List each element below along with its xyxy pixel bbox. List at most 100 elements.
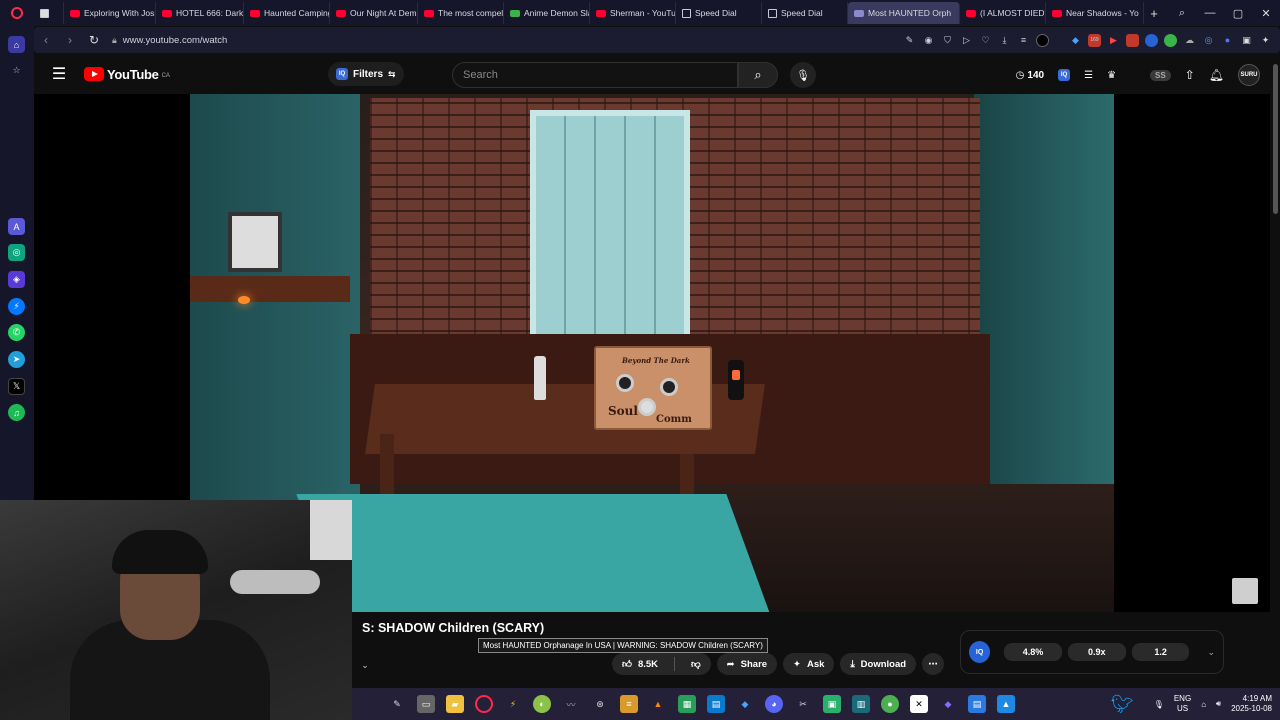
tab-8[interactable]: Speed Dial (762, 2, 848, 24)
dislike-button[interactable]: 👎︎ (681, 653, 711, 675)
search-tabs-icon[interactable]: ⌕ (1168, 7, 1196, 20)
circle-app-icon[interactable]: ● (881, 695, 899, 713)
ask-button[interactable]: ✦ Ask (783, 653, 835, 675)
play-icon[interactable]: ▷ (960, 34, 973, 47)
aria-icon[interactable]: A (8, 218, 25, 235)
back-icon[interactable]: ‹ (34, 33, 58, 47)
discord-icon[interactable]: ◕ (765, 695, 783, 713)
diamond-app-icon[interactable]: ◆ (736, 695, 754, 713)
language-indicator[interactable]: ENG US (1174, 694, 1191, 714)
green-app-icon[interactable]: ◐ (533, 695, 551, 713)
iq-expand-chevron-icon[interactable]: ⌄ (1207, 647, 1215, 658)
avatar[interactable]: SURU (1238, 64, 1260, 86)
puzzle-extension-icon[interactable]: ✦ (1259, 34, 1272, 47)
new-tab-button[interactable]: + (1144, 6, 1164, 21)
download-button[interactable]: ⤓ Download (840, 653, 917, 675)
tab-5[interactable]: Anime Demon Slay (504, 2, 590, 24)
red-extension-icon[interactable] (1126, 33, 1139, 47)
reload-icon[interactable]: ↻ (82, 33, 106, 47)
messenger-icon[interactable]: ⚡ (8, 298, 25, 315)
hamburger-menu-icon[interactable]: ☰ (34, 64, 84, 84)
ai-sidebar-icon[interactable]: ◈ (8, 271, 25, 288)
opera-taskbar-icon[interactable] (475, 695, 493, 713)
star-icon[interactable]: ☆ (8, 62, 25, 79)
file-explorer-icon[interactable]: ▰ (446, 695, 464, 713)
spotify-icon[interactable]: ♫ (8, 404, 25, 421)
home-icon[interactable]: ⌂ (8, 36, 25, 53)
tab-6[interactable]: Sherman - YouTub (590, 2, 676, 24)
like-button[interactable]: 👍︎ 8.5K (612, 653, 668, 675)
translate-extension-icon[interactable]: ◎ (1202, 34, 1215, 47)
twitter-icon[interactable]: 🐦︎ (1111, 694, 1134, 715)
counter-extension-icon[interactable]: 169 (1088, 33, 1101, 47)
capcut-icon[interactable]: ✕ (910, 695, 928, 713)
teal-app-icon[interactable]: ▥ (852, 695, 870, 713)
download-icon[interactable]: ⤓ (998, 34, 1011, 47)
pinned-tab[interactable] (34, 2, 64, 24)
share-button[interactable]: ➦ Share (716, 653, 778, 675)
youtube-extension-icon[interactable]: ▶ (1107, 34, 1120, 47)
menu-icon[interactable]: ≡ (1017, 34, 1030, 47)
tab-0[interactable]: Exploring With Josh (64, 2, 156, 24)
volume-icon[interactable]: 🔊︎ (1216, 699, 1221, 709)
trophy-icon[interactable]: ♛ (1107, 70, 1116, 81)
snip-app-icon[interactable]: ✂ (794, 695, 812, 713)
youtube-logo[interactable]: YouTube CA (84, 67, 170, 82)
ss-badge[interactable]: SS (1150, 69, 1171, 81)
vlc-icon[interactable]: ▲ (649, 695, 667, 713)
iq-logo-icon[interactable]: IQ (969, 641, 991, 663)
telegram-icon[interactable]: ➤ (8, 351, 25, 368)
bird-app-icon[interactable]: 〰 (562, 695, 580, 713)
task-view-icon[interactable]: ▭ (417, 695, 435, 713)
tab-7[interactable]: Speed Dial (676, 2, 762, 24)
voice-search-button[interactable]: 🎙︎ (790, 62, 816, 88)
chatgpt-icon[interactable]: ◎ (8, 244, 25, 261)
layers-app-icon[interactable]: ≡ (620, 695, 638, 713)
doc-app-icon[interactable]: ▤ (968, 695, 986, 713)
cloud-extension-icon[interactable]: ☁ (1183, 34, 1196, 47)
tab-9[interactable]: Most HAUNTED Orph (848, 2, 960, 24)
clock[interactable]: 4:19 AM 2025-10-08 (1231, 694, 1272, 714)
chevron-down-icon[interactable]: ⌄ (354, 656, 376, 674)
forward-icon[interactable]: › (58, 33, 82, 47)
close-window-icon[interactable]: ✕ (1252, 7, 1280, 20)
network-icon[interactable]: ⌂ (1201, 700, 1206, 709)
blue-app-icon[interactable]: ▤ (707, 695, 725, 713)
tab-4[interactable]: The most compelli (418, 2, 504, 24)
green-extension-icon[interactable] (1164, 33, 1177, 47)
screenshot-extension-icon[interactable]: ▣ (1240, 34, 1253, 47)
spreadsheet-app-icon[interactable]: ▦ (678, 695, 696, 713)
photos-app-icon[interactable]: ▲ (997, 695, 1015, 713)
tab-2[interactable]: Haunted Camping (244, 2, 330, 24)
bookmark-extension-icon[interactable]: ◆ (1069, 34, 1082, 47)
url-field[interactable]: www.youtube.com/watch (123, 35, 228, 46)
tab-11[interactable]: Near Shadows - Yo (1046, 2, 1144, 24)
notifications-icon[interactable]: 🔔︎ (1209, 68, 1224, 82)
search-button[interactable]: ⌕ (738, 62, 778, 88)
edit-icon[interactable]: ✎ (903, 34, 916, 47)
purple-app-icon[interactable]: ◆ (939, 695, 957, 713)
heart-icon[interactable]: ♡ (979, 34, 992, 47)
opera-logo-icon[interactable] (0, 0, 34, 26)
tab-3[interactable]: Our Night At Dem (330, 2, 418, 24)
lightning-app-icon[interactable]: ⚡ (504, 695, 522, 713)
iq-header-icon[interactable]: IQ (1058, 69, 1071, 81)
blue-extension-icon[interactable] (1145, 33, 1158, 47)
microphone-tray-icon[interactable]: 🎙︎ (1154, 700, 1164, 709)
x-icon[interactable]: 𝕏 (8, 378, 25, 395)
green-square-app-icon[interactable]: ▣ (823, 695, 841, 713)
more-actions-button[interactable]: ⋯ (922, 653, 945, 675)
tab-1[interactable]: HOTEL 666: Dark H (156, 2, 244, 24)
p-extension-icon[interactable]: ● (1221, 34, 1234, 47)
search-input[interactable]: Search (452, 62, 738, 88)
video-thumbnail-mini[interactable] (1232, 578, 1258, 604)
tab-10[interactable]: (I ALMOST DIED) S (960, 2, 1046, 24)
queue-icon[interactable]: ☰ (1084, 70, 1093, 81)
page-scrollbar[interactable] (1273, 64, 1278, 214)
maximize-icon[interactable]: ▢ (1224, 7, 1252, 20)
shield-icon[interactable]: ⛉ (941, 34, 954, 47)
filters-button[interactable]: IQ Filters ⇆ (328, 62, 404, 86)
watch-later-counter[interactable]: ◷ 140 (1016, 70, 1044, 81)
chatgpt-taskbar-icon[interactable]: ⊛ (591, 695, 609, 713)
upload-icon[interactable]: ⇧ (1185, 68, 1195, 82)
